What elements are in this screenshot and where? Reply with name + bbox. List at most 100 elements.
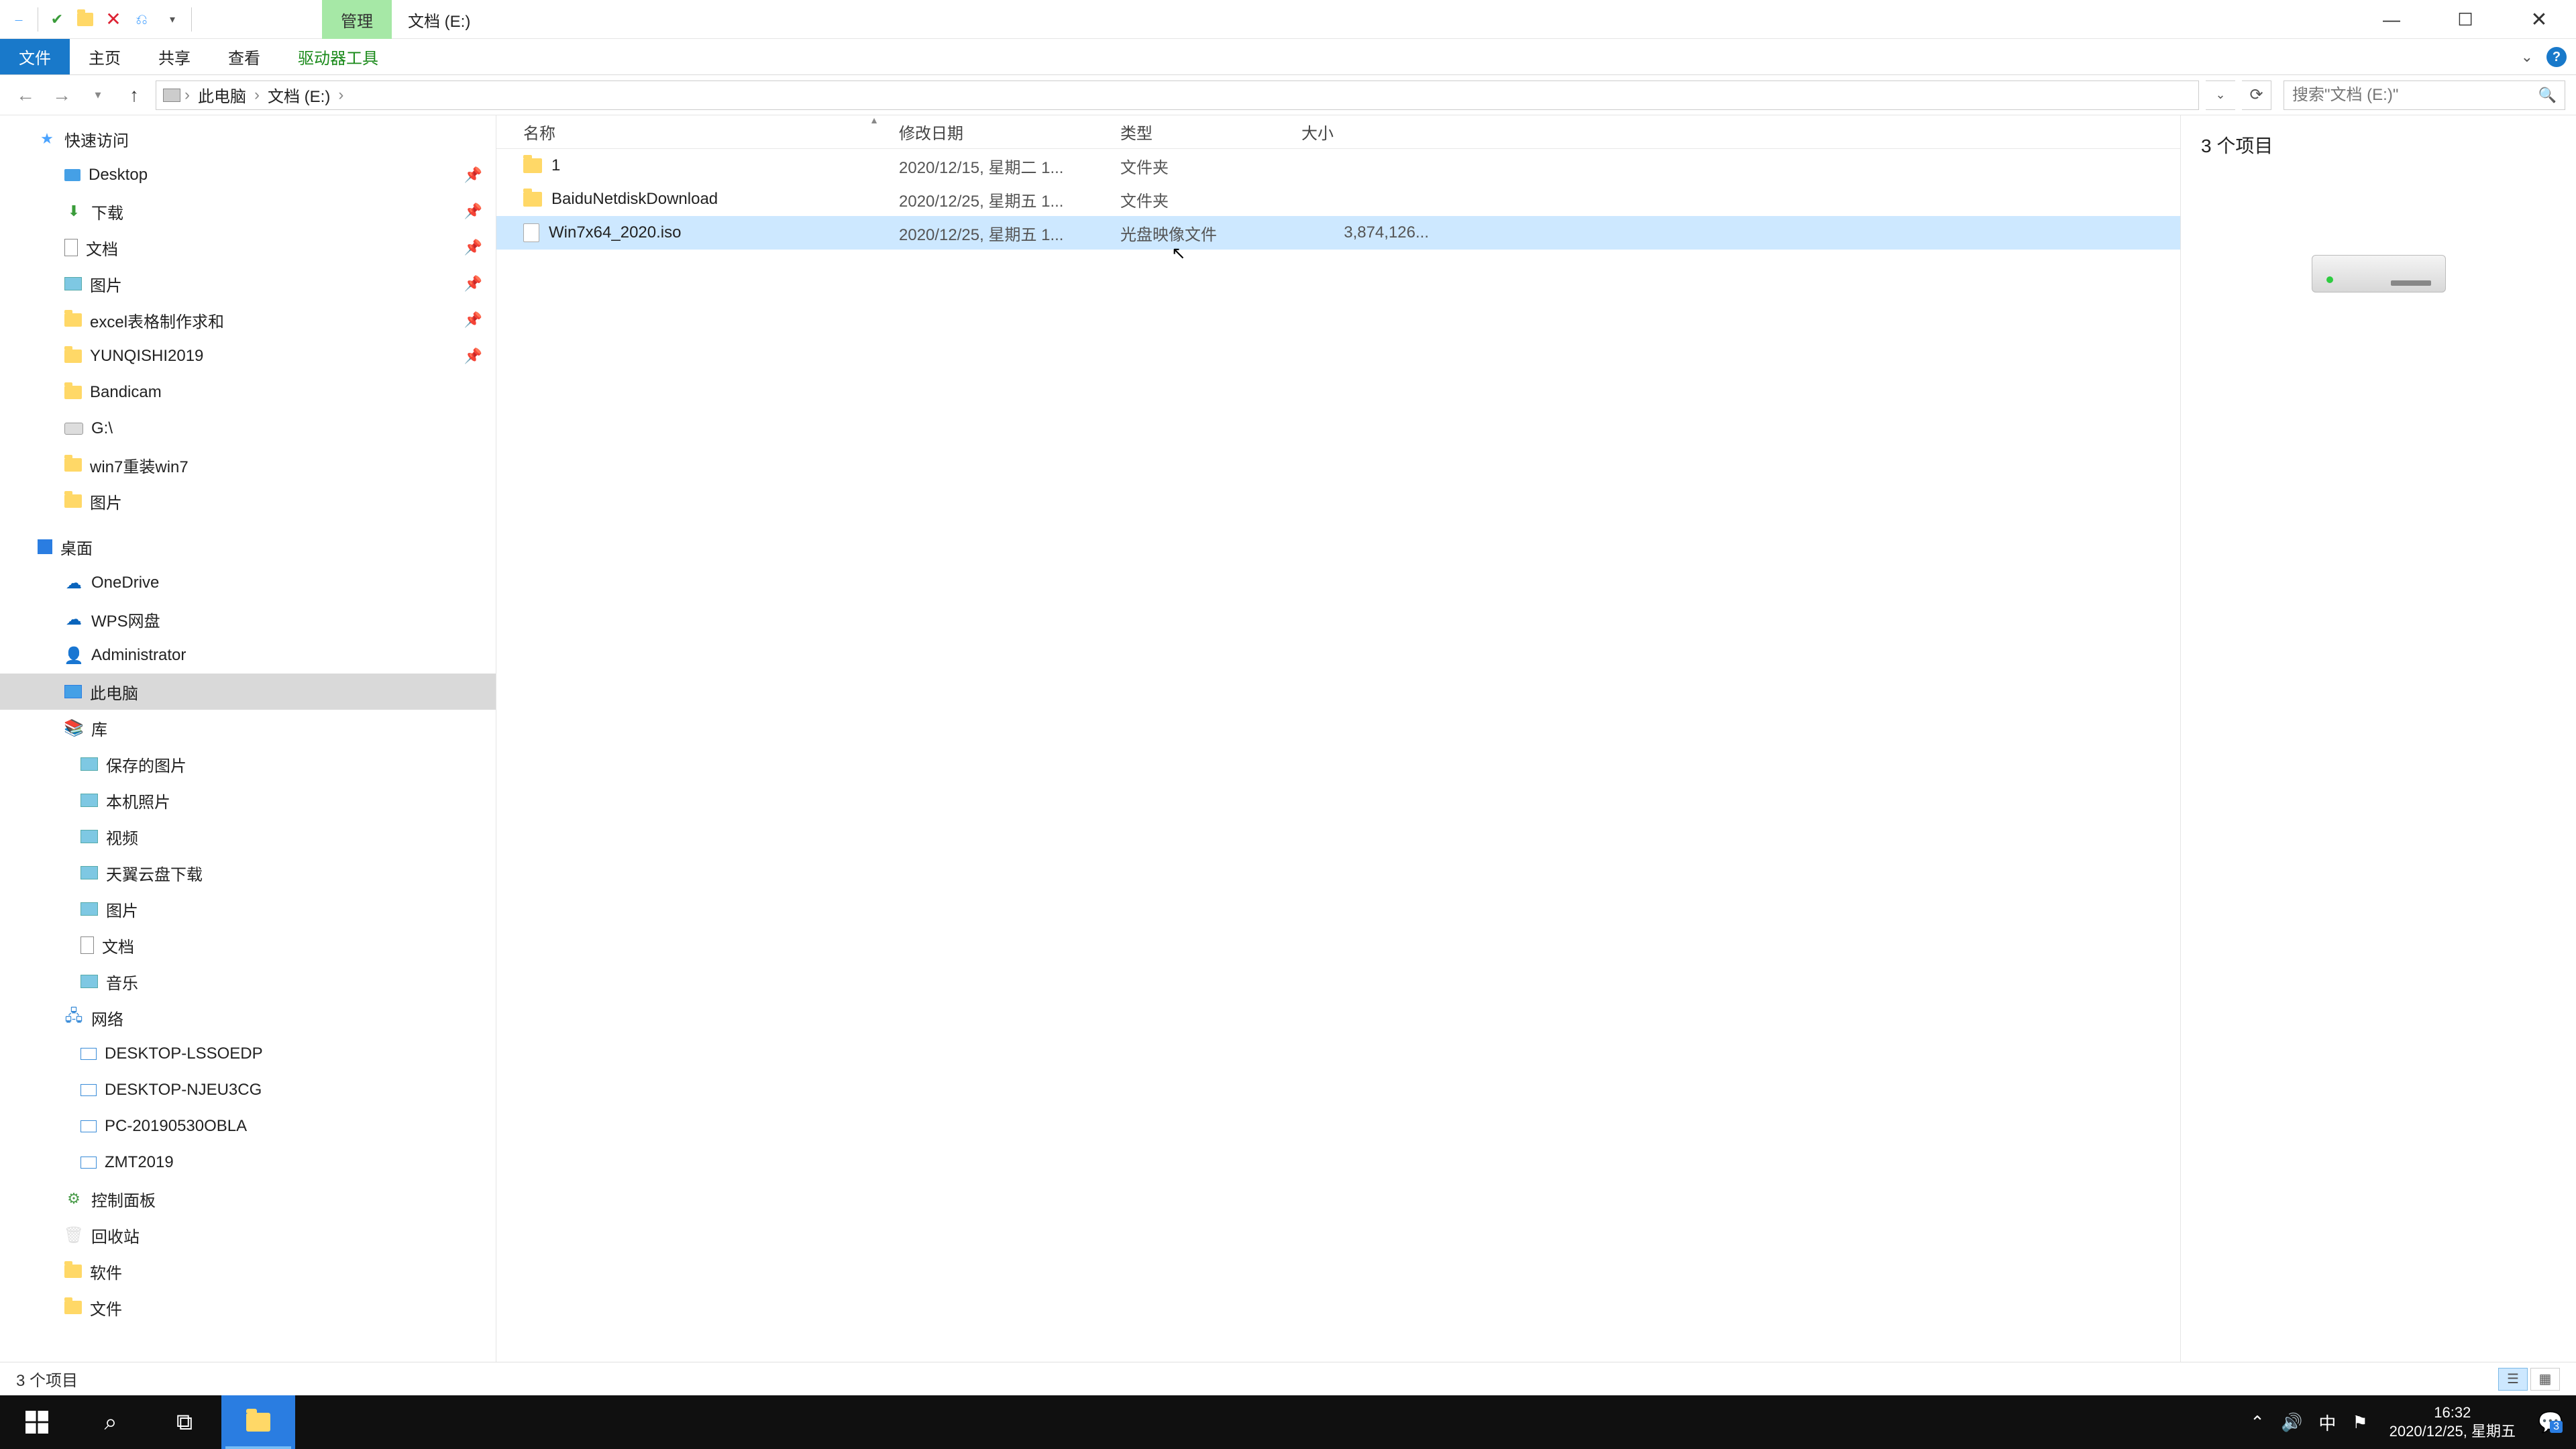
tree-desktop[interactable]: 桌面	[0, 529, 496, 565]
nav-recent-dropdown[interactable]: ▾	[83, 80, 113, 110]
navigation-tree[interactable]: ★ 快速访问 Desktop📌下载📌文档📌图片📌excel表格制作求和📌YUNQ…	[0, 115, 496, 1362]
tree-network[interactable]: 🖧 网络	[0, 1000, 496, 1036]
help-icon[interactable]: ?	[2546, 47, 2567, 67]
tree-wenjian[interactable]: 文件	[0, 1289, 496, 1326]
main-area: ★ 快速访问 Desktop📌下载📌文档📌图片📌excel表格制作求和📌YUNQ…	[0, 115, 2576, 1362]
tray-security-icon[interactable]: ⚑	[2352, 1412, 2367, 1433]
file-row[interactable]: 1 2020/12/15, 星期二 1... 文件夹	[496, 149, 2180, 182]
tree-network-pc[interactable]: ZMT2019	[0, 1144, 496, 1181]
column-size[interactable]: 大小	[1301, 120, 1429, 144]
maximize-button[interactable]: ☐	[2428, 0, 2502, 39]
tree-library-item[interactable]: 天翼云盘下载	[0, 855, 496, 891]
tab-share[interactable]: 共享	[140, 39, 209, 74]
tab-home[interactable]: 主页	[70, 39, 140, 74]
tree-onedrive[interactable]: ☁ OneDrive	[0, 565, 496, 601]
tree-quick-item[interactable]: 图片	[0, 483, 496, 519]
tree-software[interactable]: 软件	[0, 1253, 496, 1289]
taskbar-explorer-button[interactable]	[221, 1395, 295, 1449]
iso-icon	[523, 223, 539, 242]
tree-quick-item[interactable]: G:\	[0, 411, 496, 447]
tree-network-pc[interactable]: PC-20190530OBLA	[0, 1108, 496, 1144]
address-history-dropdown[interactable]: ⌄	[2206, 80, 2235, 110]
tree-quick-item[interactable]: excel表格制作求和📌	[0, 302, 496, 338]
tree-quick-item[interactable]: Desktop📌	[0, 157, 496, 193]
tray-ime-indicator[interactable]: 中	[2318, 1410, 2336, 1435]
qat-undo-icon[interactable]: ⎌	[128, 6, 155, 33]
nav-forward-button[interactable]: →	[47, 80, 76, 110]
tree-quick-item[interactable]: 下载📌	[0, 193, 496, 229]
qat-delete-icon[interactable]: ✕	[100, 6, 127, 33]
search-icon[interactable]: 🔍	[2538, 87, 2557, 104]
view-details-button[interactable]: ☰	[2498, 1368, 2528, 1391]
file-name: Win7x64_2020.iso	[549, 223, 681, 242]
tree-quick-item[interactable]: Bandicam	[0, 374, 496, 411]
tab-view[interactable]: 查看	[209, 39, 279, 74]
drv-icon	[64, 423, 83, 435]
address-bar[interactable]: › 此电脑 › 文档 (E:) ›	[156, 80, 2199, 110]
cloud-icon: ☁	[64, 610, 83, 629]
nav-up-button[interactable]: ↑	[119, 80, 149, 110]
tray-clock[interactable]: 16:32 2020/12/25, 星期五	[2384, 1403, 2521, 1441]
tree-quick-item[interactable]: 文档📌	[0, 229, 496, 266]
column-date[interactable]: 修改日期	[899, 120, 1120, 144]
breadcrumb-chevron-icon[interactable]: ›	[338, 86, 343, 105]
manage-contextual-tab[interactable]: 管理	[322, 0, 392, 39]
file-row[interactable]: Win7x64_2020.iso 2020/12/25, 星期五 1... 光盘…	[496, 216, 2180, 250]
file-type: 文件夹	[1120, 154, 1301, 178]
view-large-icons-button[interactable]: ▦	[2530, 1368, 2560, 1391]
tree-quick-access[interactable]: ★ 快速访问	[0, 121, 496, 157]
tray-volume-icon[interactable]: 🔊	[2281, 1412, 2302, 1433]
minimize-button[interactable]: —	[2355, 0, 2428, 39]
breadcrumb-this-pc[interactable]: 此电脑	[194, 83, 250, 107]
tree-library-item[interactable]: 图片	[0, 891, 496, 927]
desktop-icon	[38, 539, 52, 554]
qat-customize-dropdown[interactable]: ▾	[159, 6, 186, 33]
tab-drive-tools[interactable]: 驱动器工具	[279, 39, 397, 74]
nav-back-button[interactable]: ←	[11, 80, 40, 110]
tree-quick-item[interactable]: YUNQISHI2019📌	[0, 338, 496, 374]
tree-label: DESKTOP-LSSOEDP	[105, 1044, 263, 1063]
taskbar-search-button[interactable]: ⌕	[74, 1395, 148, 1449]
breadcrumb-drive[interactable]: 文档 (E:)	[264, 83, 334, 107]
tree-admin[interactable]: 👤 Administrator	[0, 637, 496, 674]
file-rows[interactable]: 1 2020/12/15, 星期二 1... 文件夹 BaiduNetdiskD…	[496, 149, 2180, 1362]
breadcrumb-chevron-icon[interactable]: ›	[254, 86, 260, 105]
search-input[interactable]	[2292, 86, 2538, 105]
start-button[interactable]	[0, 1395, 74, 1449]
tree-library-item[interactable]: 视频	[0, 818, 496, 855]
tree-this-pc[interactable]: 此电脑	[0, 674, 496, 710]
folder-icon	[64, 1265, 82, 1278]
column-name[interactable]: 名称▲	[523, 120, 899, 144]
tree-libraries[interactable]: 📚 库	[0, 710, 496, 746]
qat-app-icon[interactable]: ⎯	[5, 6, 32, 33]
tray-overflow-icon[interactable]: ⌃	[2250, 1412, 2265, 1433]
tree-recycle-bin[interactable]: 🗑 回收站	[0, 1217, 496, 1253]
tree-library-item[interactable]: 文档	[0, 927, 496, 963]
tree-label: WPS网盘	[91, 608, 160, 631]
tree-wps[interactable]: ☁ WPS网盘	[0, 601, 496, 637]
qat-properties-icon[interactable]: ✔	[44, 6, 70, 33]
tab-file[interactable]: 文件	[0, 39, 70, 74]
tray-action-center[interactable]: 💬 3	[2537, 1409, 2564, 1436]
ribbon-collapse-icon[interactable]: ⌄	[2521, 48, 2533, 66]
refresh-button[interactable]: ⟳	[2242, 80, 2271, 110]
network-pc-icon	[80, 1084, 97, 1096]
tree-library-item[interactable]: 本机照片	[0, 782, 496, 818]
tree-library-item[interactable]: 音乐	[0, 963, 496, 1000]
qat-new-folder-icon[interactable]	[72, 6, 99, 33]
tree-quick-item[interactable]: win7重装win7	[0, 447, 496, 483]
desk-icon	[64, 169, 80, 181]
file-row[interactable]: BaiduNetdiskDownload 2020/12/25, 星期五 1..…	[496, 182, 2180, 216]
tree-network-pc[interactable]: DESKTOP-LSSOEDP	[0, 1036, 496, 1072]
column-type[interactable]: 类型	[1120, 120, 1301, 144]
close-button[interactable]: ✕	[2502, 0, 2576, 39]
tree-network-pc[interactable]: DESKTOP-NJEU3CG	[0, 1072, 496, 1108]
search-box[interactable]: 🔍	[2284, 80, 2565, 110]
tree-control-panel[interactable]: ⚙ 控制面板	[0, 1181, 496, 1217]
tree-quick-item[interactable]: 图片📌	[0, 266, 496, 302]
taskbar-taskview-button[interactable]: ⧉	[148, 1395, 221, 1449]
tree-label: 软件	[90, 1260, 122, 1283]
tree-library-item[interactable]: 保存的图片	[0, 746, 496, 782]
pin-icon: 📌	[464, 347, 482, 365]
breadcrumb-chevron-icon[interactable]: ›	[184, 86, 190, 105]
